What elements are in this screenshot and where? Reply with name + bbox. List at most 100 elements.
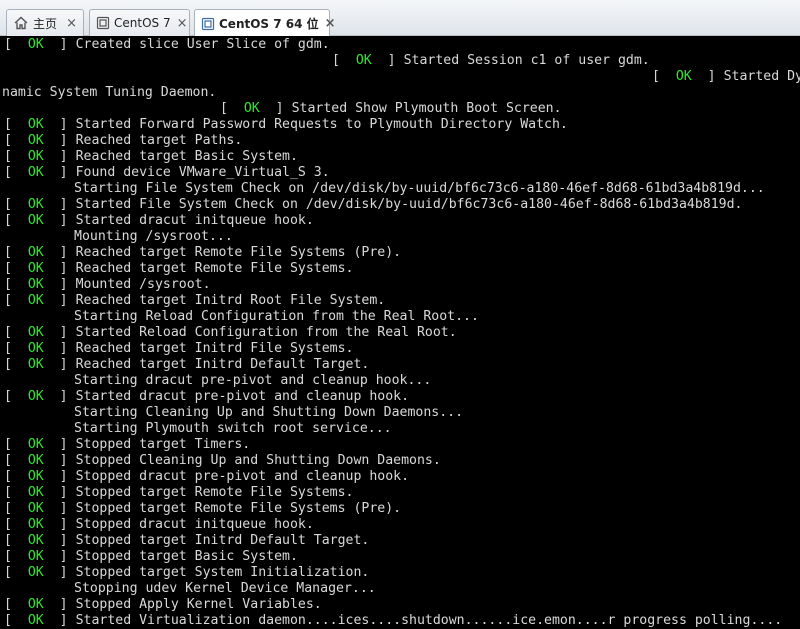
- status-close-bracket: ]: [51, 325, 68, 340]
- ok-status: OK: [27, 117, 44, 132]
- vm-tab-bar: 主页 × CentOS 7 × CentOS 7 64 位 ×: [0, 0, 800, 37]
- status-close-bracket: ]: [51, 261, 68, 276]
- console-message: Started Show Plymouth Boot Screen.: [291, 101, 562, 116]
- ok-status: OK: [27, 197, 44, 212]
- console-message: Started Forward Password Requests to Ply…: [75, 117, 568, 132]
- console-line: Mounting /sysroot...: [74, 229, 233, 245]
- console-line: [ OK ] Reached target Initrd File Systems…: [4, 341, 353, 357]
- status-close-bracket: ]: [51, 437, 68, 452]
- status-close-bracket: ]: [51, 149, 68, 164]
- ok-status: OK: [27, 501, 44, 516]
- status-open-bracket: [: [4, 325, 20, 340]
- tab-home[interactable]: 主页 ×: [6, 9, 84, 36]
- status-open-bracket: [: [4, 117, 20, 132]
- status-open-bracket: [: [4, 197, 20, 212]
- console-message: Started Reload Configuration from the Re…: [75, 325, 457, 340]
- console-message: Started dracut pre-pivot and cleanup hoo…: [75, 389, 410, 404]
- console-message: Reached target Initrd Root File System.: [75, 293, 386, 308]
- console-message: Started File System Check on /dev/disk/b…: [75, 197, 743, 212]
- ok-status: OK: [675, 69, 692, 84]
- status-close-bracket: ]: [51, 565, 68, 580]
- console-message: Stopped target Remote File Systems (Pre)…: [75, 501, 402, 516]
- close-tab-icon[interactable]: ×: [325, 16, 336, 31]
- console-line: [ OK ] Created slice User Slice of gdm.: [4, 37, 330, 53]
- status-open-bracket: [: [4, 213, 20, 228]
- console-message: Reached target Initrd Default Target.: [75, 357, 370, 372]
- status-close-bracket: ]: [51, 165, 68, 180]
- ok-status: OK: [27, 149, 44, 164]
- console-line: [ OK ] Mounted /sysroot.: [4, 277, 211, 293]
- ok-status: OK: [27, 133, 44, 148]
- tab-label: 主页: [33, 16, 58, 31]
- console-line: [ OK ] Stopped target Initrd Default Targ…: [4, 533, 369, 549]
- status-close-bracket: ]: [51, 469, 68, 484]
- console-line: [ OK ] Stopped target System Initializati…: [4, 565, 369, 581]
- ok-status: OK: [27, 565, 44, 580]
- tab-label: CentOS 7: [114, 16, 171, 30]
- status-open-bracket: [: [4, 293, 20, 308]
- ok-status: OK: [355, 53, 372, 68]
- console-message: Created slice User Slice of gdm.: [75, 37, 330, 52]
- vm-console-screen[interactable]: [ OK ] Created slice User Slice of gdm. [ …: [0, 36, 800, 629]
- ok-status: OK: [27, 245, 44, 260]
- tab-label: CentOS 7 64 位: [219, 17, 319, 31]
- console-message: Started Session c1 of user gdm.: [403, 53, 650, 68]
- console-line: Starting Cleaning Up and Shutting Down D…: [74, 405, 463, 421]
- console-line: [ OK ] Started dracut pre-pivot and clean…: [4, 389, 409, 405]
- console-line: namic System Tuning Daemon.: [2, 85, 216, 101]
- console-message: Reached target Remote File Systems.: [75, 261, 354, 276]
- console-line: Starting File System Check on /dev/disk/…: [74, 181, 765, 197]
- status-close-bracket: ]: [51, 293, 68, 308]
- console-message: Started Virtualization daemon....ices...…: [75, 613, 783, 628]
- status-open-bracket: [: [4, 165, 20, 180]
- console-line: [ OK ] Stopped target Remote File Systems…: [4, 485, 353, 501]
- ok-status: OK: [243, 101, 260, 116]
- status-open-bracket: [: [4, 357, 20, 372]
- console-line: [ OK ] Started File System Check on /dev/…: [4, 197, 743, 213]
- ok-status: OK: [27, 533, 44, 548]
- close-tab-icon[interactable]: ×: [66, 16, 77, 31]
- status-close-bracket: ]: [51, 597, 68, 612]
- status-close-bracket: ]: [51, 37, 68, 52]
- status-close-bracket: ]: [51, 197, 68, 212]
- ok-status: OK: [27, 165, 44, 180]
- close-tab-icon[interactable]: ×: [177, 16, 188, 31]
- status-open-bracket: [: [4, 133, 20, 148]
- ok-status: OK: [27, 517, 44, 532]
- status-open-bracket: [: [652, 69, 668, 84]
- console-message: Starting File System Check on /dev/disk/…: [74, 181, 765, 196]
- console-line: [ OK ] Found device VMware_Virtual_S 3.: [4, 165, 330, 181]
- console-message: Reached target Remote File Systems (Pre)…: [75, 245, 402, 260]
- status-open-bracket: [: [4, 389, 20, 404]
- status-close-bracket: ]: [51, 533, 68, 548]
- ok-status: OK: [27, 325, 44, 340]
- console-message: Stopping udev Kernel Device Manager...: [74, 581, 376, 596]
- console-line: [ OK ] Stopped Apply Kernel Variables.: [4, 597, 322, 613]
- console-line: [ OK ] Reached target Initrd Root File Sy…: [4, 293, 385, 309]
- console-line: [ OK ] Stopped target Remote File Systems…: [4, 501, 401, 517]
- ok-status: OK: [27, 613, 44, 628]
- ok-status: OK: [27, 453, 44, 468]
- console-message: Mounted /sysroot.: [75, 277, 211, 292]
- ok-status: OK: [27, 213, 44, 228]
- status-open-bracket: [: [4, 613, 20, 628]
- console-line: [ OK ] Reached target Remote File Systems…: [4, 245, 401, 261]
- tab-centos-7-64[interactable]: CentOS 7 64 位 ×: [194, 9, 336, 37]
- console-message: Stopped target Initrd Default Target.: [75, 533, 370, 548]
- ok-status: OK: [27, 389, 44, 404]
- console-message: Stopped Apply Kernel Variables.: [75, 597, 322, 612]
- ok-status: OK: [27, 597, 44, 612]
- status-close-bracket: ]: [51, 389, 68, 404]
- ok-status: OK: [27, 549, 44, 564]
- status-open-bracket: [: [4, 517, 20, 532]
- console-line: [ OK ] Started dracut initqueue hook.: [4, 213, 314, 229]
- status-close-bracket: ]: [51, 133, 68, 148]
- status-close-bracket: ]: [51, 485, 68, 500]
- status-open-bracket: [: [4, 469, 20, 484]
- status-close-bracket: ]: [51, 453, 68, 468]
- console-line: [ OK ] Started Virtualization daemon....i…: [4, 613, 782, 629]
- status-close-bracket: ]: [51, 501, 68, 516]
- console-message: Stopped dracut initqueue hook.: [75, 517, 314, 532]
- status-open-bracket: [: [4, 37, 20, 52]
- tab-centos-7[interactable]: CentOS 7 ×: [89, 9, 190, 36]
